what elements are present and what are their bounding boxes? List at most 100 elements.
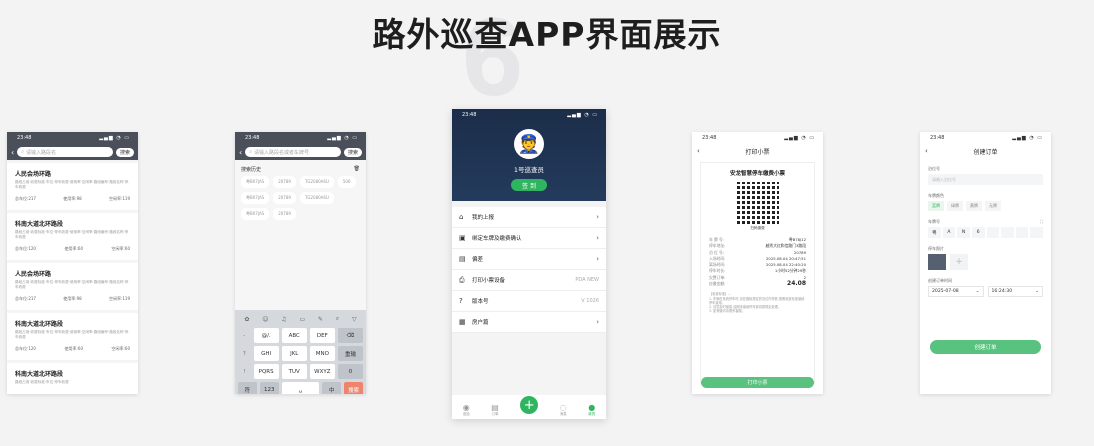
time-select[interactable]: 16:24:30 ⌄ (987, 286, 1043, 297)
back-icon[interactable]: ‹ (697, 147, 700, 155)
profile-menu: ⌂ 我的上报 › ▣ 绑定车牌及缴费确认 › ▤ 偏差 › ⎙ 打印小票设备 PDA NEW ?… (452, 207, 606, 333)
plate-char[interactable] (1001, 227, 1014, 238)
plate-char[interactable] (986, 227, 1000, 238)
plate-icon: ▣ (459, 234, 466, 242)
search-button[interactable]: 搜索 (115, 147, 134, 157)
history-chip[interactable]: TG2080A6U (299, 192, 334, 204)
phone-search: 23:48 ▂▄▆ ◔ ▭ ‹ ⌕ 请输入路段名或者车牌号 搜索 搜索历史 🗑 粤B0… (235, 132, 366, 394)
back-icon[interactable]: ‹ (925, 147, 928, 155)
list-item[interactable]: 科南大道北环路段 路段占用·收费标准·车位·停车收费·使用率·空闲率·路段编号·… (7, 213, 138, 260)
emoji-icon[interactable]: ☺ (262, 316, 268, 323)
back-icon[interactable]: ‹ (239, 148, 242, 157)
history-chip[interactable]: 20789 (273, 208, 296, 220)
space-key[interactable]: ␣ (281, 382, 320, 394)
edit-icon[interactable]: ✎ (318, 316, 323, 323)
signal-icon: ▂▄▆ ◔ ▭ (567, 112, 598, 118)
message-icon: ◌ (559, 403, 567, 412)
history-label: 搜索历史 (241, 167, 262, 173)
menu-item[interactable]: ⌂ 我的上报 › (452, 207, 606, 228)
create-order-button[interactable]: 创建订单 (930, 340, 1041, 354)
key[interactable]: PQRS (253, 364, 279, 379)
plate-char[interactable]: 6 (971, 227, 985, 238)
tab-bar: ◉ 巡检 ▤ 订单 + ◌ 消息 ● 我的 (452, 395, 606, 419)
search-input[interactable]: ⌕ 请输入路段名 (17, 147, 113, 157)
receipt-title: 安龙智慧停车缴费小票 (729, 171, 785, 177)
sign-in-button[interactable]: 签 到 (511, 179, 547, 191)
history-chip[interactable]: 20789 (273, 176, 296, 188)
plate-char[interactable] (1015, 227, 1029, 238)
back-icon[interactable]: ‹ (11, 148, 14, 157)
key[interactable]: DEF (309, 328, 335, 343)
search-icon[interactable]: ⌕ (336, 315, 339, 323)
receipt-details: 车 牌 号: 粤B78J12 停车地址: 越秀大红和信路门3路段 泊 位 号: 207… (709, 237, 806, 288)
key[interactable]: ? (238, 346, 251, 361)
key[interactable]: WXYZ (309, 364, 335, 379)
search-icon: ⌕ (249, 149, 253, 155)
plate-char[interactable]: A (942, 227, 956, 238)
key[interactable]: JKL (281, 346, 307, 361)
symbol-key[interactable]: 符 (238, 382, 257, 394)
status-time: 23:48 (702, 135, 717, 141)
history-chip[interactable]: 粤B07JAS (241, 208, 270, 220)
list-item[interactable]: 人民会场环路 路段占用·收费标准·车位·停车收费·使用率·空闲率·路段编号·路段… (7, 263, 138, 310)
plate-color-option[interactable]: 黄牌 (966, 201, 982, 211)
avatar: 👮 (514, 129, 544, 159)
history-chip[interactable]: 506 (337, 176, 356, 188)
print-receipt-button[interactable]: 打印小票 (701, 377, 814, 388)
menu-item[interactable]: ⎙ 打印小票设备 PDA NEW (452, 270, 606, 291)
plate-char[interactable]: N (957, 227, 970, 238)
lang-key[interactable]: 中 (322, 382, 342, 394)
key[interactable]: 0 (337, 364, 363, 379)
history-chip[interactable]: 粤B07JAS (241, 192, 270, 204)
chevron-right-icon: › (596, 234, 599, 242)
plate-color-option[interactable]: 无牌 (985, 201, 1001, 211)
page-title: 打印小票 (745, 148, 770, 156)
menu-item[interactable]: ▦ 房户篇 › (452, 312, 606, 333)
field-label: 车牌颜色 (928, 193, 944, 198)
history-chip[interactable]: TG2080A6U (299, 176, 334, 188)
reset-key[interactable]: 重输 (337, 346, 363, 361)
search-input[interactable]: ⌕ 请输入路段名或者车牌号 (245, 147, 341, 157)
backspace-key[interactable]: ⌫ (337, 328, 363, 343)
key[interactable]: MNO (309, 346, 335, 361)
key[interactable]: ABC (281, 328, 307, 343)
add-photo-button[interactable]: + (950, 254, 968, 270)
menu-item[interactable]: ? 版本号 V 1026 (452, 291, 606, 312)
add-button[interactable]: + (520, 396, 539, 414)
key[interactable]: ! (238, 364, 251, 379)
plate-color-option[interactable]: 绿牌 (947, 201, 963, 211)
mic-icon[interactable]: ♫ (281, 316, 286, 323)
menu-item[interactable]: ▣ 绑定车牌及缴费确认 › (452, 228, 606, 249)
car-photo[interactable] (928, 254, 946, 270)
list-item[interactable]: 人民会场环路 路段占用·收费标准·车位·停车收费·使用率·空闲率·路段编号·路段… (7, 163, 138, 210)
tab-orders[interactable]: ▤ 订单 (491, 403, 499, 417)
clipboard-icon[interactable]: ▭ (299, 316, 305, 323)
keyboard-logo-icon[interactable]: ✿ (244, 316, 249, 323)
trash-icon[interactable]: 🗑 (354, 166, 360, 173)
scan-icon[interactable]: ⛶ (1040, 219, 1043, 225)
number-key[interactable]: 123 (259, 382, 279, 394)
collapse-icon[interactable]: ▽ (352, 316, 357, 323)
key[interactable]: - (238, 328, 251, 343)
qr-code (736, 182, 779, 224)
search-key[interactable]: 搜索 (344, 382, 363, 394)
history-chip[interactable]: 20789 (273, 192, 296, 204)
menu-item[interactable]: ▤ 偏差 › (452, 249, 606, 270)
key[interactable]: TUV (281, 364, 307, 379)
signal-icon: ▂▄▆ ◔ ▭ (327, 135, 358, 141)
search-button[interactable]: 搜索 (343, 147, 362, 157)
history-chip[interactable]: 粤B07JAS (241, 176, 270, 188)
phone-receipt: 23:48 ▂▄▆ ◔ ▭ ‹ 打印小票 安龙智慧停车缴费小票 扫码缴费 车 牌 号… (692, 132, 823, 394)
tab-messages[interactable]: ◌ 消息 (560, 403, 567, 417)
key[interactable]: GHI (253, 346, 279, 361)
key[interactable]: @/. (253, 328, 279, 343)
tab-mine[interactable]: ● 我的 (588, 403, 595, 417)
plot-input[interactable]: 请输入泊位号 (928, 174, 1043, 185)
plate-color-option[interactable]: 蓝牌 (928, 201, 944, 211)
tab-patrol[interactable]: ◉ 巡检 (463, 403, 470, 417)
plate-char[interactable] (1030, 227, 1043, 238)
list-item[interactable]: 科南大道北环路段 路段占用·收费标准·车位·停车收费 (7, 363, 138, 394)
plate-char[interactable]: 粤 (928, 227, 941, 238)
date-select[interactable]: 2025-07-08 ⌄ (928, 286, 984, 297)
list-item[interactable]: 科南大道北环路段 路段占用·收费标准·车位·停车收费·使用率·空闲率·路段编号·… (7, 313, 138, 360)
